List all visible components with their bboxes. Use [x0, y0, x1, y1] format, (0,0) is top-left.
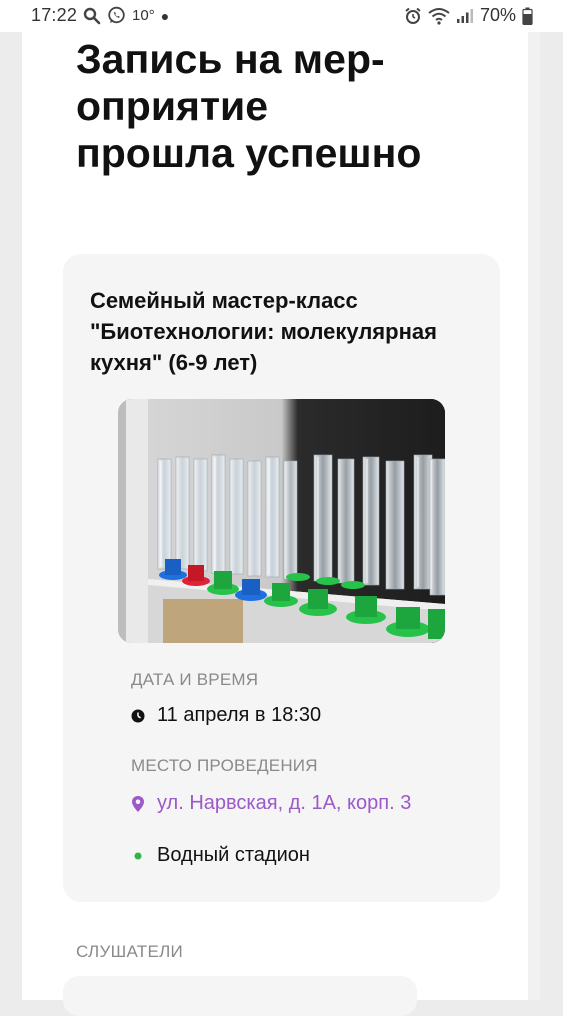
- metro-row: Водный стадион: [131, 844, 310, 867]
- status-time: 17:22: [31, 5, 78, 25]
- page-title-line: прошла успешно: [76, 130, 422, 176]
- page-title: Запись на мер- оприятие прошла успешно: [76, 36, 516, 177]
- signal-icon: [456, 8, 474, 24]
- page-title-line: Запись на мер-: [76, 36, 385, 82]
- alarm-icon: [404, 7, 422, 25]
- event-image: [118, 399, 445, 643]
- address-row[interactable]: ул. Нарвская, д. 1А, корп. 3: [131, 792, 411, 815]
- sheet-edge-right: [528, 32, 540, 1000]
- location-pin-icon: [131, 795, 145, 812]
- status-temperature: 10°: [132, 7, 155, 24]
- event-title-line: Семейный мастер-класс: [90, 288, 358, 313]
- wifi-icon: [428, 7, 450, 25]
- search-icon: [83, 7, 101, 25]
- page-title-line: оприятие: [76, 83, 269, 129]
- datetime-row: 11 апреля в 18:30: [131, 704, 321, 727]
- event-address-link[interactable]: ул. Нарвская, д. 1А, корп. 3: [157, 792, 411, 815]
- event-title-line: кухня" (6-9 лет): [90, 350, 258, 375]
- place-label: МЕСТО ПРОВЕДЕНИЯ: [131, 756, 318, 775]
- event-datetime: 11 апреля в 18:30: [157, 704, 322, 726]
- event-title: Семейный мастер-класс "Биотехнологии: мо…: [90, 285, 480, 378]
- whatsapp-icon: [107, 6, 126, 25]
- status-bar-left: 17:22 10° ●: [31, 5, 169, 26]
- metro-station: Водный стадион: [157, 844, 310, 866]
- status-bar: 17:22 10° ● 70%: [0, 0, 563, 32]
- metro-line-dot-icon: [131, 849, 145, 863]
- clock-icon: [131, 709, 145, 723]
- event-title-line: "Биотехнологии: молекулярная: [90, 319, 437, 344]
- listeners-label: СЛУШАТЕЛИ: [76, 942, 184, 961]
- listeners-card[interactable]: [63, 976, 417, 1016]
- battery-percent: 70%: [479, 5, 516, 25]
- status-bar-right: 70%: [404, 5, 533, 26]
- battery-icon: [522, 7, 533, 25]
- lab-cylinders-photo: [118, 399, 445, 643]
- notification-dot-icon: ●: [160, 7, 170, 24]
- datetime-label: ДАТА И ВРЕМЯ: [131, 670, 259, 689]
